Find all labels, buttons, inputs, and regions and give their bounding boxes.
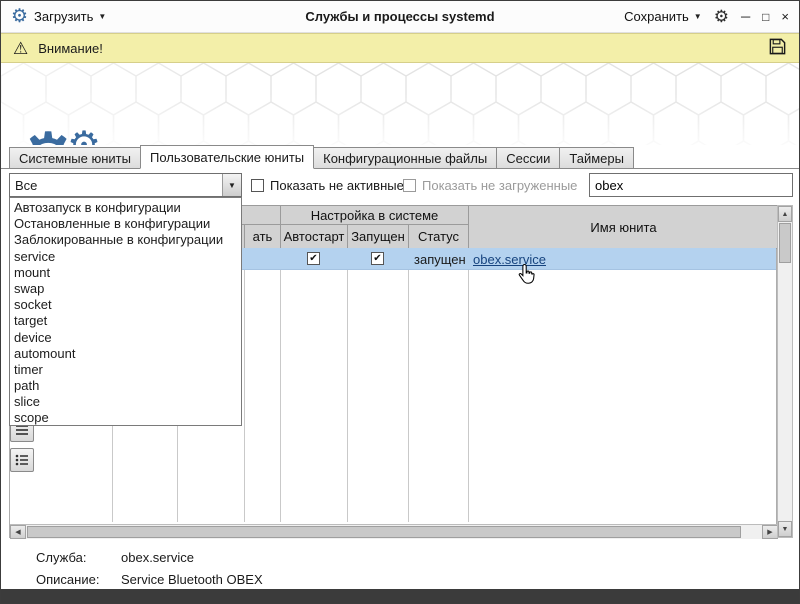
tab-sessions[interactable]: Сессии: [496, 147, 560, 168]
filter-dropdown-list[interactable]: Автозапуск в конфигурации Остановленные …: [9, 197, 242, 426]
warning-icon: ⚠: [13, 40, 28, 57]
checkbox-label: Показать не загруженные: [422, 178, 577, 193]
search-input[interactable]: [589, 173, 793, 197]
app-header: ⚙ ⚙ ⚙ Службы и процессы systemd Настройк…: [1, 63, 799, 145]
vertical-scrollbar[interactable]: ▲ ▼: [777, 205, 793, 538]
chevron-down-icon: ▼: [98, 13, 106, 21]
dropdown-item[interactable]: path: [10, 378, 241, 394]
load-button[interactable]: Загрузить ▼: [34, 9, 106, 24]
description-label: Описание:: [36, 572, 99, 587]
table-header-unit-name[interactable]: Имя юнита: [468, 205, 779, 249]
grid-line: [468, 248, 469, 522]
gear-small-icon: ⚙: [67, 127, 101, 145]
tab-bar: Системные юниты Пользовательские юниты К…: [1, 145, 799, 169]
unit-filter-combobox[interactable]: Все ▼: [9, 173, 242, 197]
grid-line: [280, 248, 281, 522]
table-header-status[interactable]: Статус: [408, 224, 469, 249]
app-window: ⚙ Загрузить ▼ Службы и процессы systemd …: [0, 0, 800, 604]
dropdown-item[interactable]: automount: [10, 346, 241, 362]
checkbox-box[interactable]: [403, 179, 416, 192]
maximize-button[interactable]: □: [762, 11, 769, 23]
tab-system-units[interactable]: Системные юниты: [9, 147, 141, 168]
app-gear-icon[interactable]: ⚙: [11, 7, 28, 26]
tab-user-units[interactable]: Пользовательские юниты: [140, 145, 314, 169]
dropdown-item[interactable]: service: [10, 249, 241, 265]
settings-gear-icon[interactable]: ⚙: [714, 8, 729, 25]
scroll-right-button[interactable]: ▶: [762, 525, 778, 539]
combobox-arrow-button[interactable]: ▼: [222, 174, 241, 196]
dropdown-item[interactable]: slice: [10, 394, 241, 410]
combobox-value: Все: [10, 178, 222, 193]
dropdown-item[interactable]: swap: [10, 281, 241, 297]
close-button[interactable]: ×: [781, 10, 789, 23]
floppy-icon: [768, 37, 787, 56]
tab-config-files[interactable]: Конфигурационные файлы: [313, 147, 497, 168]
scroll-down-button[interactable]: ▼: [778, 521, 792, 537]
description-value: Service Bluetooth OBEX: [121, 572, 263, 587]
grid-line: [408, 248, 409, 522]
detail-list-button[interactable]: [10, 448, 34, 472]
scroll-up-button[interactable]: ▲: [778, 206, 792, 222]
dropdown-item[interactable]: target: [10, 313, 241, 329]
dropdown-item[interactable]: scope: [10, 410, 241, 426]
vertical-scrollbar-thumb[interactable]: [779, 223, 791, 263]
dropdown-item[interactable]: mount: [10, 265, 241, 281]
checkbox-box[interactable]: [251, 179, 264, 192]
horizontal-scrollbar-thumb[interactable]: [27, 526, 741, 538]
service-value: obex.service: [121, 550, 194, 565]
tab-timers[interactable]: Таймеры: [559, 147, 634, 168]
autostart-checkbox[interactable]: ✔: [307, 252, 320, 265]
save-file-icon[interactable]: [768, 37, 787, 59]
window-bottom-edge: [1, 589, 799, 603]
dropdown-item[interactable]: timer: [10, 362, 241, 378]
chevron-down-icon: ▼: [694, 13, 702, 21]
dropdown-item[interactable]: device: [10, 330, 241, 346]
save-button-label: Сохранить: [624, 9, 689, 24]
minimize-button[interactable]: ─: [741, 10, 750, 23]
grid-line: [244, 248, 245, 522]
grid-line: [347, 248, 348, 522]
warning-bar: ⚠ Внимание!: [1, 33, 799, 63]
table-group-header-system: Настройка в системе: [280, 205, 469, 225]
checkbox-show-inactive[interactable]: Показать не активные: [251, 173, 404, 197]
dropdown-item[interactable]: Заблокированные в конфигурации: [10, 232, 241, 248]
dropdown-item[interactable]: Остановленные в конфигурации: [10, 216, 241, 232]
load-button-label: Загрузить: [34, 9, 93, 24]
titlebar-right: Сохранить ▼ ⚙ ─ □ ×: [624, 8, 789, 25]
warning-text: Внимание!: [38, 41, 103, 56]
checkbox-label: Показать не активные: [270, 178, 404, 193]
service-label: Служба:: [36, 550, 86, 565]
hexagon-pattern: [1, 63, 799, 145]
horizontal-scrollbar[interactable]: ◀ ▶: [10, 524, 778, 539]
titlebar: ⚙ Загрузить ▼ Службы и процессы systemd …: [1, 1, 799, 33]
status-cell: запущен: [414, 248, 466, 270]
dropdown-item[interactable]: Автозапуск в конфигурации: [10, 200, 241, 216]
save-button[interactable]: Сохранить ▼: [624, 9, 702, 24]
checkbox-show-unloaded[interactable]: Показать не загруженные: [403, 173, 577, 197]
bullet-list-icon: [15, 454, 29, 466]
dropdown-item[interactable]: socket: [10, 297, 241, 313]
hand-cursor-icon: [515, 263, 536, 289]
table-header-autostart[interactable]: Автостарт: [280, 224, 348, 249]
table-header-running[interactable]: Запущен: [347, 224, 409, 249]
scroll-left-button[interactable]: ◀: [10, 525, 26, 539]
running-checkbox[interactable]: ✔: [371, 252, 384, 265]
table-header-partial[interactable]: ать: [244, 224, 281, 249]
